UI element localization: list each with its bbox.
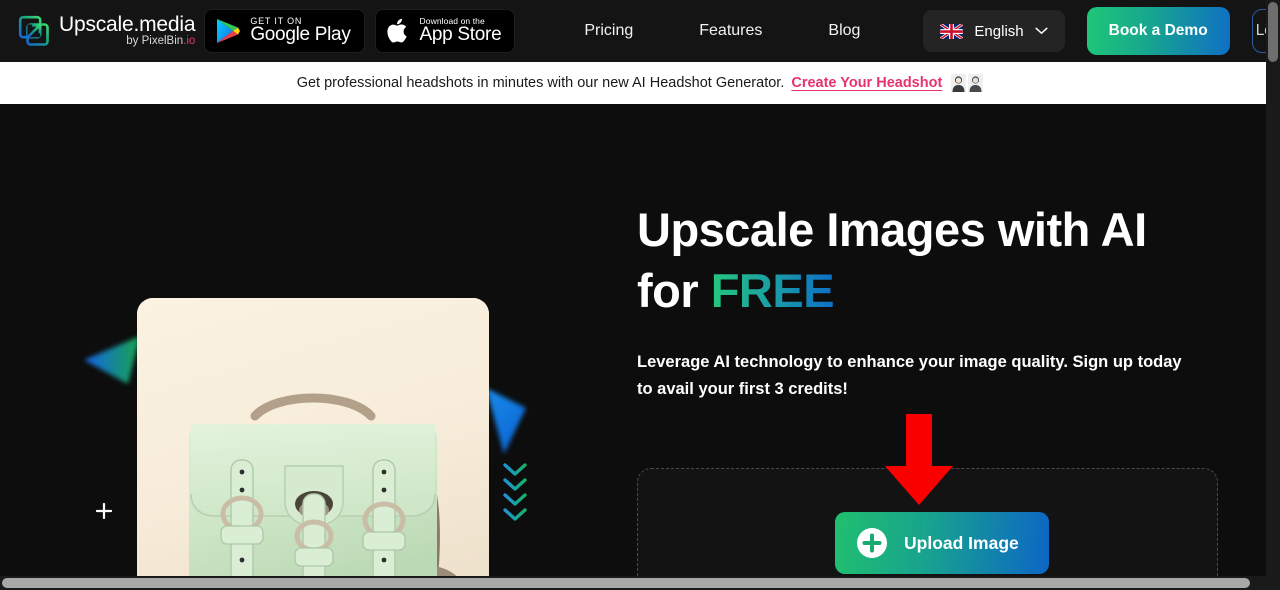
vertical-scrollbar-track[interactable] [1266,0,1280,582]
horizontal-scrollbar-thumb[interactable] [2,578,1250,588]
hero-section: Upscale Images with AI for FREE Leverage… [0,104,1280,586]
chevron-down-stack-icon [503,463,527,521]
nav-item-blog[interactable]: Blog [795,22,893,40]
triangle-left-gradient-icon [84,336,140,384]
primary-nav: Pricing Features Blog [551,22,893,40]
sample-upscaled-image [137,298,489,586]
upload-image-button[interactable]: Upload Image [835,512,1049,574]
google-play-bottom-label: Google Play [250,24,351,46]
brand-name: Upscale.media [59,13,196,37]
create-your-headshot-link[interactable]: Create Your Headshot [791,75,942,91]
hero-copy: Upscale Images with AI for FREE Leverage… [637,200,1227,403]
app-store-text: Download on the App Store [420,17,502,45]
triangle-blue-gradient-icon [486,388,526,454]
nav-item-features[interactable]: Features [666,22,795,40]
page-root: Upscale.media by PixelBin.io GET IT ON G… [0,0,1280,590]
site-header: Upscale.media by PixelBin.io GET IT ON G… [0,0,1280,62]
brand-subtitle: by PixelBin.io [126,35,196,48]
hero-title-highlight: FREE [710,263,835,317]
plus-circle-icon [857,528,887,558]
page-title: Upscale Images with AI for FREE [637,200,1227,321]
bust-in-silhouette-icon [951,74,967,92]
plus-marker-icon [96,503,112,519]
app-store-bottom-label: App Store [419,23,502,45]
red-down-arrow-annotation-icon [885,414,953,505]
upload-image-label: Upload Image [904,532,1019,553]
upscale-arrow-square-icon [18,15,49,46]
vertical-scrollbar-thumb[interactable] [1268,2,1278,62]
handbag-photo [137,298,489,586]
google-play-badge[interactable]: GET IT ON Google Play [204,9,365,53]
uk-flag-icon [940,23,964,39]
chevron-down-icon [1035,27,1048,34]
language-selector[interactable]: English [923,10,1065,52]
hero-title-line2-prefix: for [637,263,711,317]
promo-banner-emoji-group [951,74,984,92]
promo-banner-text: Get professional headshots in minutes wi… [296,75,785,91]
promo-banner: Get professional headshots in minutes wi… [0,62,1280,104]
hero-title-line1: Upscale Images with AI [637,203,1147,256]
apple-icon [386,18,407,43]
app-store-badge[interactable]: Download on the App Store [374,9,516,53]
book-a-demo-button[interactable]: Book a Demo [1086,7,1230,55]
hero-subtitle: Leverage AI technology to enhance your i… [637,353,1182,399]
google-play-icon [217,19,241,43]
google-play-text: GET IT ON Google Play [250,16,351,46]
hero-visual [0,104,600,586]
brand-wordmark: Upscale.media by PixelBin.io [59,13,196,48]
brand-logo-link[interactable]: Upscale.media by PixelBin.io [18,13,196,48]
bust-in-silhouette-icon [968,74,984,92]
nav-item-pricing[interactable]: Pricing [551,22,666,40]
language-label: English [974,22,1024,40]
